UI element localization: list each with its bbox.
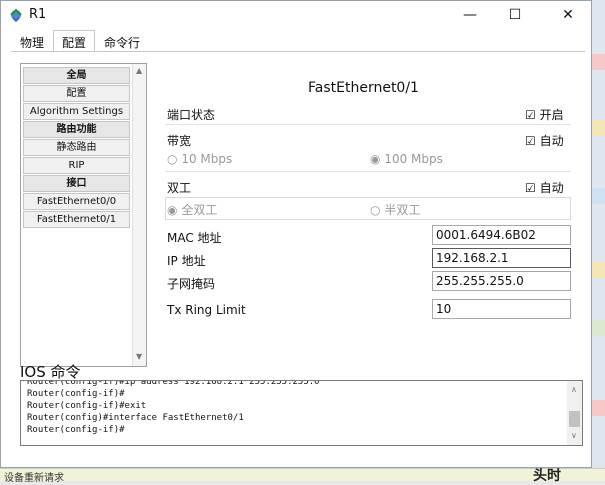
port-status-checkbox-label: 开启 [539,108,564,122]
router-icon [8,6,24,23]
tab-physical[interactable]: 物理 [11,30,53,52]
tx-ring-label: Tx Ring Limit [167,303,246,317]
mac-field[interactable]: 0001.6494.6B02 [432,225,571,245]
maximize-button[interactable]: ☐ [495,2,535,28]
sidebar-item-static-routing[interactable]: 静态路由 [23,139,130,156]
ios-console[interactable]: Router(config-if)#ip address 192.168.2.1… [20,380,583,446]
minimize-button[interactable]: — [450,2,490,28]
bandwidth-10-label: 10 Mbps [181,152,233,166]
sidebar-scrollbar[interactable]: ▲ ▼ [132,64,146,366]
console-line: Router(config-if)# [27,389,125,399]
tab-divider [11,51,585,52]
full-duplex-radio[interactable]: ◉ 全双工 [167,201,217,218]
interface-title: FastEthernet0/1 [308,80,419,96]
background-status-text: 设备重新请求 [4,473,64,484]
console-line: Router(config)#interface FastEthernet0/1 [27,413,244,423]
bandwidth-auto-label: 自动 [539,134,564,148]
scroll-up-icon[interactable]: ▲ [136,66,142,75]
duplex-options-box [165,197,571,220]
tab-config[interactable]: 配置 [53,30,96,52]
mac-label: MAC 地址 [167,231,222,245]
sidebar-item-fastethernet0-1[interactable]: FastEthernet0/1 [23,211,130,228]
bandwidth-100-label: 100 Mbps [384,152,443,166]
radio-on-icon: ◉ [370,152,381,166]
subnet-mask-field[interactable]: 255.255.255.0 [432,271,571,291]
router-config-window: R1 — ☐ ✕ 物理 配置 命令行 全局 配置 Algorithm Setti… [0,0,592,468]
sidebar-item-rip[interactable]: RIP [23,157,130,174]
radio-off-icon: ○ [370,203,381,217]
tab-bar: 物理 配置 命令行 [11,30,149,52]
console-line: Router(config-if)# [27,425,125,435]
ip-label: IP 地址 [167,254,206,268]
bandwidth-10-radio[interactable]: ○ 10 Mbps [167,152,232,166]
duplex-label: 双工 [167,181,192,195]
radio-off-icon: ○ [167,152,178,166]
divider [165,124,571,125]
background-status-strip: 设备重新请求 头时 [0,468,605,484]
tab-cli[interactable]: 命令行 [95,30,149,52]
checkbox-checked-icon: ☑ [525,134,536,148]
chevron-up-icon[interactable]: ∧ [571,385,577,394]
sidebar-header-interface: 接口 [23,175,130,192]
bandwidth-auto-checkbox[interactable]: ☑ 自动 [525,132,564,149]
ip-field[interactable]: 192.168.2.1 [432,248,571,268]
background-right-text: 头时 [533,468,561,484]
close-button[interactable]: ✕ [548,2,588,28]
sidebar-item-fastethernet0-0[interactable]: FastEthernet0/0 [23,193,130,210]
console-scroll-thumb[interactable] [569,411,580,427]
duplex-auto-label: 自动 [539,181,564,195]
half-duplex-label: 半双工 [384,203,421,217]
radio-on-icon: ◉ [167,203,178,217]
bandwidth-label: 带宽 [167,134,192,148]
console-scrollbar[interactable]: ∧ ∨ [567,381,582,445]
bandwidth-100-radio[interactable]: ◉ 100 Mbps [370,152,443,166]
console-line: Router(config-if)#exit [27,401,147,411]
sidebar-header-global: 全局 [23,67,130,84]
subnet-mask-label: 子网掩码 [167,277,216,291]
tx-ring-field[interactable]: 10 [432,299,571,319]
sidebar-item-settings[interactable]: 配置 [23,85,130,102]
scroll-down-icon[interactable]: ▼ [136,352,142,361]
port-status-checkbox[interactable]: ☑ 开启 [525,106,564,123]
full-duplex-label: 全双工 [181,203,218,217]
sidebar-header-routing: 路由功能 [23,121,130,138]
half-duplex-radio[interactable]: ○ 半双工 [370,201,420,218]
console-output: Router(config-if)#ip address 192.168.2.1… [27,380,320,436]
checkbox-checked-icon: ☑ [525,181,536,195]
config-sidebar: 全局 配置 Algorithm Settings 路由功能 静态路由 RIP 接… [20,63,147,367]
title-bar[interactable]: R1 — ☐ ✕ [1,1,591,29]
duplex-auto-checkbox[interactable]: ☑ 自动 [525,179,564,196]
ios-command-label: IOS 命令 [20,363,81,381]
window-title: R1 [29,7,47,22]
checkbox-checked-icon: ☑ [525,108,536,122]
chevron-down-icon[interactable]: ∨ [571,431,577,440]
divider [165,171,571,172]
sidebar-item-algorithm-settings[interactable]: Algorithm Settings [23,103,130,120]
console-line: Router(config-if)#ip address 192.168.2.1… [27,380,320,387]
port-status-label: 端口状态 [167,108,216,122]
